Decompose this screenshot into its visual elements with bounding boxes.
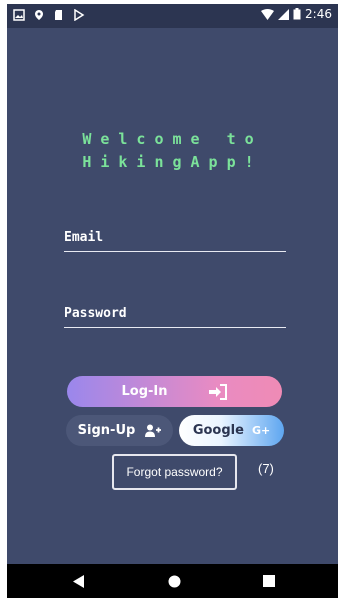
welcome-line-1: Welcome to xyxy=(82,130,263,148)
recent-apps-icon xyxy=(263,575,275,587)
recent-apps-button[interactable] xyxy=(239,564,299,598)
login-button[interactable]: Log-In xyxy=(67,376,282,407)
welcome-title: Welcome to HikingApp! xyxy=(7,128,338,174)
back-icon xyxy=(73,574,84,588)
login-button-label: Log-In xyxy=(121,384,168,399)
add-user-icon xyxy=(145,424,162,437)
google-signin-button[interactable]: Google G+ xyxy=(179,415,284,446)
status-system-icons: 2:46 xyxy=(261,7,332,21)
google-plus-icon: G+ xyxy=(251,424,271,437)
app-screen: 2:46 Welcome to HikingApp! Log-In Sign-U… xyxy=(7,4,338,598)
battery-icon xyxy=(293,8,301,20)
welcome-line-2: HikingApp! xyxy=(82,153,263,171)
forgot-password-button[interactable]: Forgot password? xyxy=(112,454,237,490)
login-icon xyxy=(208,383,227,400)
status-notification-icons xyxy=(13,9,85,21)
email-input[interactable] xyxy=(64,230,286,251)
gallery-icon xyxy=(13,9,25,21)
email-field-container xyxy=(64,226,286,252)
google-button-label: Google xyxy=(192,423,244,438)
play-store-icon xyxy=(74,9,85,21)
system-navigation-bar xyxy=(7,564,338,598)
signal-icon xyxy=(278,8,290,20)
status-bar: 2:46 xyxy=(7,4,338,28)
signup-button-label: Sign-Up xyxy=(77,423,136,438)
wifi-icon xyxy=(261,8,275,20)
back-button[interactable] xyxy=(49,564,109,598)
home-button[interactable] xyxy=(144,564,204,598)
password-field-container xyxy=(64,302,286,328)
sd-card-icon xyxy=(55,10,62,20)
status-time: 2:46 xyxy=(305,7,332,21)
home-icon xyxy=(168,575,180,587)
password-input[interactable] xyxy=(64,306,286,327)
count-label: (7) xyxy=(258,461,274,476)
location-icon xyxy=(35,10,43,20)
signup-button[interactable]: Sign-Up xyxy=(66,415,173,446)
